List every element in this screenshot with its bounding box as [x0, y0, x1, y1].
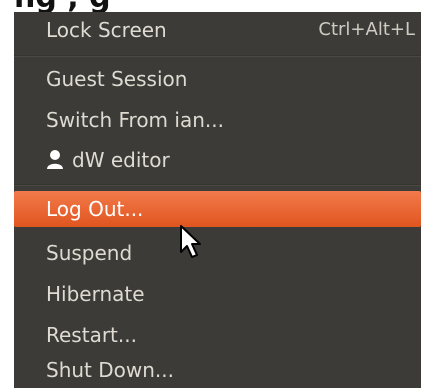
- background-right-edge: [421, 12, 427, 388]
- session-menu: ng , g Lock Screen Ctrl+Alt+L Guest Sess…: [0, 0, 427, 388]
- lock-screen-accelerator: Ctrl+Alt+L: [318, 19, 415, 40]
- dw-editor-entry: dW editor: [46, 142, 170, 178]
- guest-session-label: Guest Session: [46, 67, 188, 91]
- restart-label: Restart...: [46, 323, 137, 347]
- menu-separator: [14, 184, 421, 186]
- menu-item-switch-user[interactable]: Switch From ian...: [14, 102, 421, 138]
- menu-item-hibernate[interactable]: Hibernate: [14, 276, 421, 312]
- menu-item-log-out[interactable]: Log Out...: [14, 191, 421, 227]
- switch-user-label: Switch From ian...: [46, 108, 224, 132]
- background-partial-text: ng , g: [14, 0, 111, 12]
- menu-item-lock-screen[interactable]: Lock Screen Ctrl+Alt+L: [14, 12, 421, 48]
- menu-item-guest-session[interactable]: Guest Session: [14, 61, 421, 97]
- user-icon: [46, 144, 64, 169]
- background-window-strip: ng , g: [0, 0, 427, 12]
- background-left-edge: [0, 12, 14, 388]
- menu-item-shut-down[interactable]: Shut Down...: [14, 352, 421, 388]
- lock-screen-label: Lock Screen: [46, 18, 167, 42]
- menu-item-suspend[interactable]: Suspend: [14, 235, 421, 271]
- log-out-label: Log Out...: [46, 197, 144, 221]
- shut-down-label: Shut Down...: [46, 358, 174, 382]
- dw-editor-label: dW editor: [72, 148, 170, 172]
- menu-item-restart[interactable]: Restart...: [14, 317, 421, 353]
- hibernate-label: Hibernate: [46, 282, 145, 306]
- mouse-pointer-icon: [178, 224, 206, 260]
- menu-item-dw-editor[interactable]: dW editor: [14, 142, 421, 178]
- menu-separator: [14, 55, 421, 57]
- suspend-label: Suspend: [46, 241, 133, 265]
